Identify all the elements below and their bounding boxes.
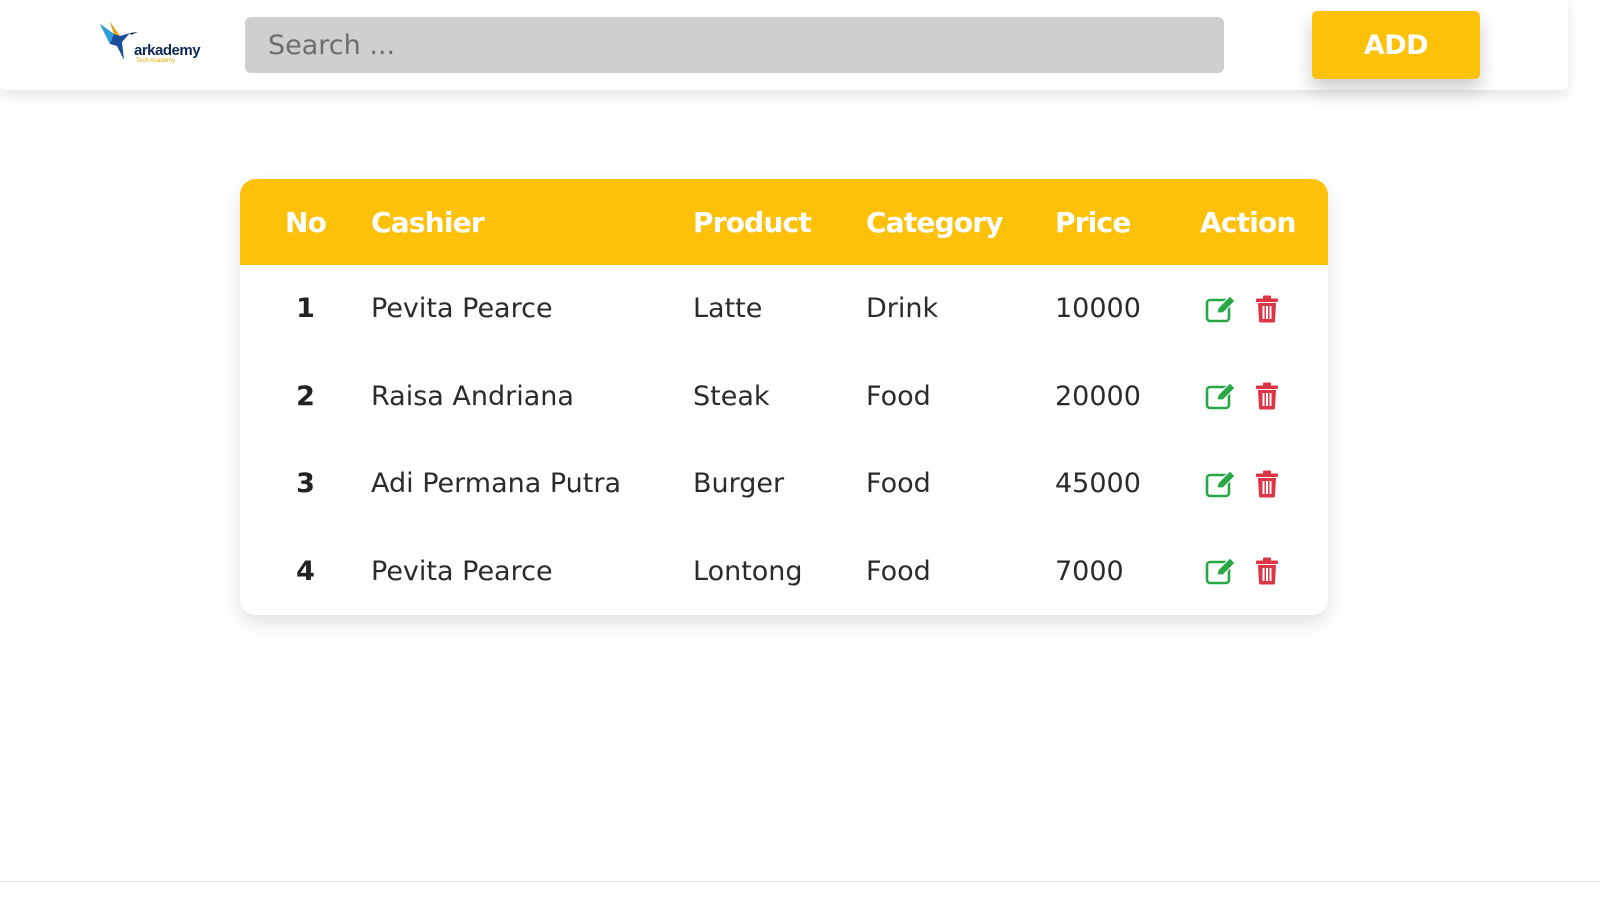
cell-product: Burger — [693, 468, 785, 500]
trash-icon — [1256, 470, 1278, 498]
transactions-table: No Cashier Product Category Price Action… — [240, 179, 1328, 615]
delete-button[interactable] — [1255, 382, 1279, 410]
cell-actions — [1200, 440, 1328, 528]
arkademy-logo[interactable]: arkademy Tech Academy — [100, 20, 210, 68]
search-input[interactable] — [245, 17, 1224, 73]
table-header-row: No Cashier Product Category Price Action — [240, 179, 1328, 265]
edit-button[interactable] — [1205, 382, 1237, 410]
edit-button[interactable] — [1205, 557, 1237, 585]
delete-button[interactable] — [1255, 470, 1279, 498]
column-header-price: Price — [1055, 205, 1131, 239]
column-header-action: Action — [1200, 205, 1296, 239]
column-header-cashier: Cashier — [371, 205, 485, 239]
edit-button[interactable] — [1205, 469, 1237, 498]
cell-no: 2 — [296, 380, 315, 412]
table-row: 4 Pevita Pearce Lontong Food 7000 — [240, 528, 1328, 616]
cell-actions — [1200, 353, 1328, 441]
cell-price: 20000 — [1055, 380, 1141, 412]
trash-icon — [1256, 382, 1278, 410]
cell-cashier: Pevita Pearce — [371, 555, 553, 587]
trash-icon — [1256, 295, 1278, 323]
cell-no: 1 — [296, 293, 315, 325]
logo-text: arkademy — [134, 42, 201, 59]
cell-cashier: Pevita Pearce — [371, 293, 553, 325]
cell-category: Food — [866, 380, 931, 412]
table-row: 3 Adi Permana Putra Burger Food 45000 — [240, 440, 1328, 528]
edit-icon — [1205, 294, 1236, 323]
cell-product: Steak — [693, 380, 770, 412]
cell-category: Drink — [866, 293, 939, 325]
cell-price: 45000 — [1055, 468, 1141, 500]
cell-category: Food — [866, 555, 931, 587]
edit-icon — [1205, 557, 1236, 585]
transactions-table-card: No Cashier Product Category Price Action… — [240, 179, 1328, 615]
cell-price: 10000 — [1055, 293, 1141, 325]
page-bottom-divider — [0, 881, 1600, 882]
top-navbar: arkademy Tech Academy ADD — [0, 0, 1568, 90]
edit-button[interactable] — [1205, 294, 1237, 323]
cell-cashier: Adi Permana Putra — [371, 468, 622, 500]
column-header-no: No — [284, 205, 327, 239]
logo-subtext: Tech Academy — [136, 58, 176, 64]
cell-no: 4 — [296, 555, 315, 587]
cell-product: Latte — [693, 293, 763, 325]
edit-icon — [1205, 382, 1236, 410]
cell-cashier: Raisa Andriana — [371, 380, 574, 412]
table-row: 2 Raisa Andriana Steak Food 20000 — [240, 353, 1328, 441]
delete-button[interactable] — [1255, 295, 1279, 323]
trash-icon — [1256, 557, 1278, 585]
add-button[interactable]: ADD — [1312, 11, 1480, 79]
column-header-category: Category — [866, 205, 1004, 239]
edit-icon — [1205, 469, 1236, 498]
cell-actions — [1200, 528, 1328, 616]
cell-product: Lontong — [693, 555, 803, 587]
delete-button[interactable] — [1255, 557, 1279, 585]
table-row: 1 Pevita Pearce Latte Drink 10000 — [240, 265, 1328, 353]
cell-category: Food — [866, 468, 931, 500]
cell-price: 7000 — [1055, 555, 1124, 587]
cell-no: 3 — [296, 468, 315, 500]
cell-actions — [1200, 265, 1328, 353]
column-header-product: Product — [693, 205, 812, 239]
